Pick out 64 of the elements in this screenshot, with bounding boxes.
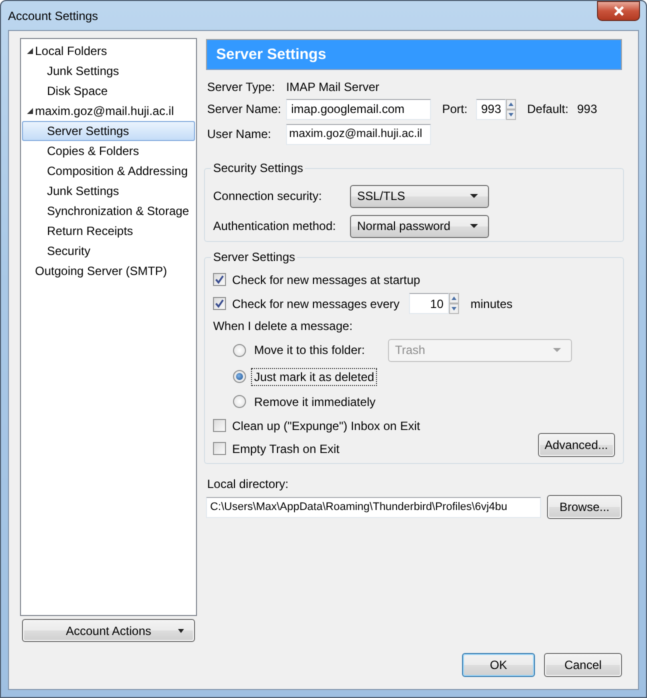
- tree-item[interactable]: Local Folders: [22, 41, 196, 61]
- field-label: Local directory:: [207, 477, 288, 491]
- dropdown-arrow-icon: [470, 224, 478, 228]
- checkbox-label[interactable]: Check for new messages every: [232, 296, 400, 310]
- checkbox[interactable]: [213, 297, 226, 310]
- tree-item[interactable]: Return Receipts: [22, 221, 196, 241]
- field-label: Authentication method:: [213, 219, 337, 233]
- dropdown[interactable]: SSL/TLS: [350, 184, 490, 208]
- expanded-triangle-icon[interactable]: [26, 47, 34, 55]
- tree-item[interactable]: Composition & Addressing: [22, 161, 196, 181]
- default-port-value: 993: [577, 102, 598, 116]
- close-icon[interactable]: [612, 6, 624, 16]
- field-label: Server Name:: [207, 102, 282, 116]
- server-type-value: IMAP Mail Server: [286, 80, 380, 94]
- tree-item[interactable]: Server Settings: [22, 121, 196, 141]
- field-label: Server Type:: [207, 80, 276, 94]
- tree-item[interactable]: Synchronization & Storage: [22, 201, 196, 221]
- field-label: Port:: [442, 102, 468, 116]
- close-button[interactable]: [597, 1, 640, 21]
- local-directory-field[interactable]: C:\Users\Max\AppData\Roaming\Thunderbird\Profiles\6vj4bu: [206, 496, 542, 518]
- tree-item[interactable]: Junk Settings: [22, 61, 196, 81]
- checkbox[interactable]: [213, 419, 226, 432]
- tree-item[interactable]: Junk Settings: [22, 181, 196, 201]
- spinner-arrows-icon[interactable]: [448, 293, 459, 314]
- port-field[interactable]: 993: [476, 98, 506, 120]
- dialog-button[interactable]: OK: [462, 653, 535, 677]
- radio-label[interactable]: Remove it immediately: [252, 394, 378, 410]
- window-title: Account Settings: [8, 8, 98, 22]
- radio-button[interactable]: [233, 395, 246, 408]
- section-label: When I delete a message:: [213, 319, 353, 333]
- dropdown[interactable]: Normal password: [350, 214, 490, 238]
- interval-field[interactable]: 10: [408, 293, 449, 314]
- spinner-arrows-icon[interactable]: [506, 98, 516, 120]
- radio-button[interactable]: [233, 370, 246, 383]
- tree-item[interactable]: maxim.goz@mail.huji.ac.il: [22, 101, 196, 121]
- checkbox[interactable]: [213, 273, 226, 286]
- dropdown-arrow-icon: [470, 194, 478, 198]
- checkbox-label[interactable]: Check for new messages at startup: [232, 272, 420, 286]
- user-name-field[interactable]: maxim.goz@mail.huji.ac.il: [286, 124, 432, 144]
- field-label: Connection security:: [213, 189, 323, 203]
- tree-item[interactable]: Disk Space: [22, 81, 196, 101]
- unit-label: minutes: [470, 296, 513, 310]
- dialog-button[interactable]: Cancel: [544, 653, 622, 677]
- caret-icon: [178, 629, 184, 633]
- tree-item[interactable]: Copies & Folders: [22, 141, 196, 161]
- group-legend: Server Settings: [211, 250, 298, 264]
- server-name-field[interactable]: imap.googlemail.com: [286, 98, 432, 120]
- account-actions-button[interactable]: Account Actions: [22, 619, 196, 642]
- expanded-triangle-icon[interactable]: [26, 107, 34, 115]
- radio-button[interactable]: [233, 344, 246, 356]
- radio-label[interactable]: Move it to this folder:: [252, 342, 367, 358]
- checkbox-label[interactable]: Clean up ("Expunge") Inbox on Exit: [232, 418, 420, 432]
- field-label: Default:: [527, 102, 570, 116]
- browse-button[interactable]: Browse...: [547, 495, 622, 519]
- group-legend: Security Settings: [211, 161, 306, 175]
- advanced-button[interactable]: Advanced...: [538, 433, 615, 457]
- dropdown-arrow-icon: [553, 348, 561, 352]
- tree-item[interactable]: Outgoing Server (SMTP): [22, 261, 196, 281]
- radio-label[interactable]: Just mark it as deleted: [252, 368, 376, 384]
- panel-header: Server Settings: [206, 39, 622, 70]
- field-label: User Name:: [207, 127, 272, 141]
- checkbox[interactable]: [213, 442, 226, 455]
- tree-item[interactable]: Security: [22, 241, 196, 261]
- checkbox-label[interactable]: Empty Trash on Exit: [232, 442, 340, 456]
